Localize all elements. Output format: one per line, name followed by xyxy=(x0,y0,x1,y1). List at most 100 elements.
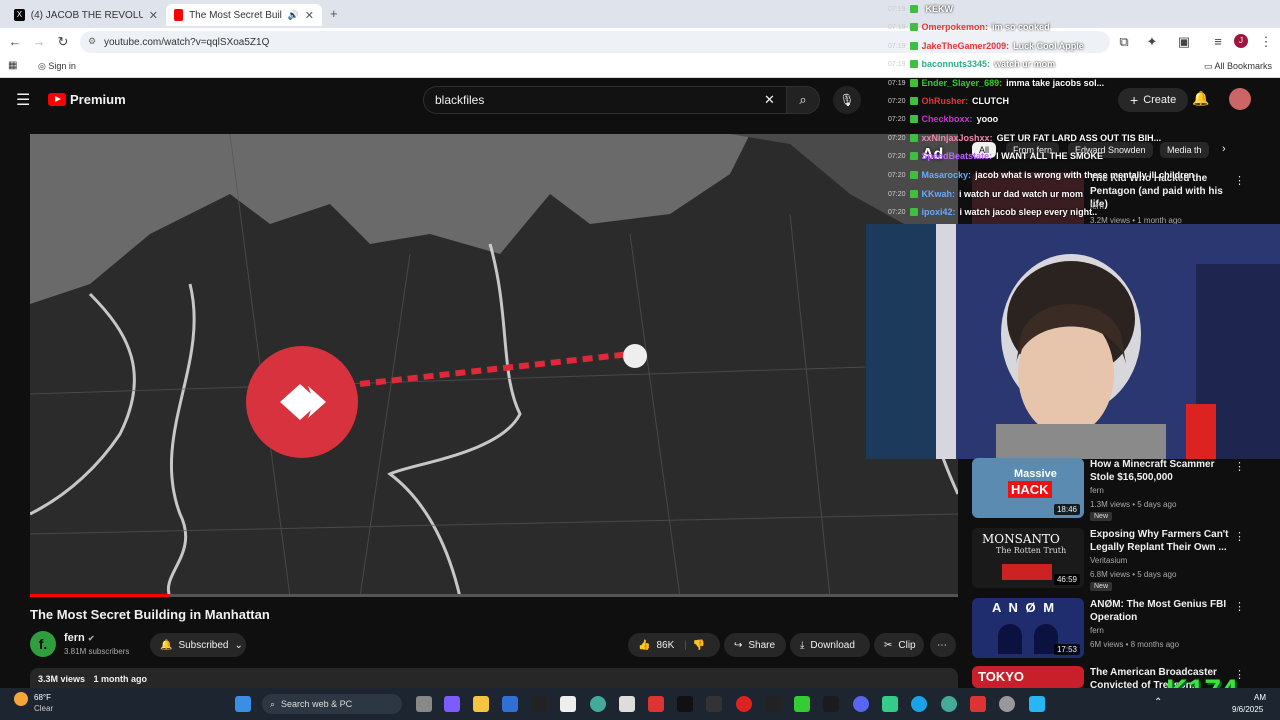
view-count: 3.3M views xyxy=(38,674,86,684)
app-dark-icon[interactable] xyxy=(823,696,839,712)
sign-in-bookmark[interactable]: ◎ Sign in xyxy=(38,61,76,72)
badge-icon xyxy=(909,5,918,13)
chat-message: 07:20 ipoxi42: i watch jacob sleep every n… xyxy=(888,207,1098,217)
epic-games-icon[interactable] xyxy=(765,696,781,712)
microphone-icon: 🎙 xyxy=(839,93,855,107)
close-tab-icon[interactable]: ✕ xyxy=(149,9,158,22)
channel-row: f. fern ✔ 3.81M subscribers 🔔 Subscribed… xyxy=(30,629,958,659)
badge-icon xyxy=(909,152,918,160)
new-badge: New xyxy=(1090,582,1113,591)
reload-icon[interactable]: ↻ xyxy=(55,34,71,50)
subscribed-button[interactable]: 🔔 Subscribed ⌄ xyxy=(150,633,246,657)
youtube-play-icon xyxy=(48,93,66,106)
search-button[interactable]: ⌕ xyxy=(786,86,820,114)
channel-name[interactable]: fern ✔ xyxy=(64,632,95,644)
badge-icon xyxy=(909,42,918,50)
speaker-icon[interactable]: 🔊 xyxy=(288,10,299,21)
share-button[interactable]: ↪ Share xyxy=(724,633,786,657)
badge-icon xyxy=(909,171,918,179)
tray-chevron-icon[interactable]: ⌃ xyxy=(1154,697,1162,708)
video-frame-map xyxy=(30,134,958,597)
chat-message: 07:20 SpeedBeatstate: I WANT ALL THE SMOKE xyxy=(888,151,1104,161)
weather-temp: 68°F xyxy=(34,693,51,702)
verified-icon: ✔ xyxy=(87,634,95,643)
app-icon[interactable] xyxy=(531,696,547,712)
opera-icon[interactable] xyxy=(736,696,752,712)
url-text: youtube.com/watch?v=qqlSXoa5Z1Q xyxy=(104,36,270,48)
capcut-icon[interactable] xyxy=(706,696,722,712)
video-progress-bar[interactable] xyxy=(30,594,958,597)
document-icon[interactable] xyxy=(619,696,635,712)
tiktok-icon[interactable] xyxy=(677,696,693,712)
app-red-icon[interactable] xyxy=(648,696,664,712)
browser-tab-youtube[interactable]: The Most Secret Building in 🔊 ✕ xyxy=(166,4,322,26)
video-thumbnail[interactable]: Massive HACK 18:46 xyxy=(972,458,1084,518)
search-input[interactable]: blackfiles ✕ xyxy=(423,86,787,114)
weather-desc: Clear xyxy=(34,704,54,713)
download-button[interactable]: ⤓ Download xyxy=(790,633,870,657)
taskbar-time: AM xyxy=(1254,693,1266,702)
like-button[interactable]: 👍 86K | 👎 xyxy=(628,633,720,657)
weather-icon[interactable] xyxy=(14,692,28,706)
video-thumbnail[interactable]: A N Ø M 17:53 xyxy=(972,598,1084,658)
file-explorer-icon[interactable] xyxy=(473,696,489,712)
description-box[interactable]: 3.3M views 1 month ago xyxy=(30,668,958,690)
badge-icon xyxy=(909,97,918,105)
browser-tab-x[interactable]: X (4) JACOB THE REVOLUTIONARY ✕ xyxy=(6,4,166,26)
close-tab-icon[interactable]: ✕ xyxy=(305,9,314,22)
webcam-image xyxy=(866,224,1280,459)
store-icon[interactable] xyxy=(502,696,518,712)
app-blue-icon[interactable] xyxy=(1029,696,1045,712)
new-badge: New xyxy=(1090,512,1113,521)
clear-search-icon[interactable]: ✕ xyxy=(764,92,775,108)
edge-icon[interactable] xyxy=(911,696,927,712)
windows-start-icon[interactable] xyxy=(235,696,251,712)
more-options-icon[interactable]: ⋮ xyxy=(1234,600,1245,613)
copilot-icon[interactable] xyxy=(444,696,460,712)
back-icon[interactable]: ← xyxy=(7,34,23,49)
recommendation-item[interactable]: A N Ø M 17:53 ANØM: The Most Genius FBI … xyxy=(972,598,1272,660)
clip-button[interactable]: ✂ Clip xyxy=(874,633,924,657)
taskbar-date: 9/6/2025 xyxy=(1232,705,1264,714)
new-tab-button[interactable]: + xyxy=(330,6,338,21)
video-player[interactable] xyxy=(30,134,958,597)
video-progress-fill xyxy=(30,594,170,597)
discord-icon[interactable] xyxy=(853,696,869,712)
more-actions-button[interactable]: ⋯ xyxy=(930,633,956,657)
taskbar-search[interactable]: ⌕ Search web & PC xyxy=(262,694,402,714)
youtube-logo[interactable]: Premium xyxy=(48,92,126,107)
thumbs-up-icon: 👍 xyxy=(638,639,651,651)
notepad-icon[interactable] xyxy=(560,696,576,712)
hamburger-menu-icon[interactable]: ☰ xyxy=(16,90,30,110)
forward-icon[interactable]: → xyxy=(31,34,47,49)
video-thumbnail[interactable]: TOKYO xyxy=(972,666,1084,688)
windows-taskbar: 68°F Clear ⌕ Search web & PC ⌃ AM 9/6/20… xyxy=(0,688,1280,720)
chat-message: 07:20 OhRusher: CLUTCH xyxy=(888,96,1010,106)
thumbs-down-icon[interactable]: 👎 xyxy=(693,640,705,651)
video-thumbnail[interactable]: MONSANTO The Rotten Truth 46:59 xyxy=(972,528,1084,588)
channel-avatar[interactable]: f. xyxy=(30,631,56,657)
more-options-icon[interactable]: ⋮ xyxy=(1234,460,1245,473)
xbox-icon[interactable] xyxy=(794,696,810,712)
site-info-icon[interactable]: ⚙ xyxy=(88,36,96,47)
chat-message: 07:20 Masarocky: jacob what is wrong with … xyxy=(888,170,1195,180)
task-view-icon[interactable] xyxy=(416,696,432,712)
chrome-icon[interactable] xyxy=(590,696,606,712)
recommendation-item[interactable]: Massive HACK 18:46 How a Minecraft Scamm… xyxy=(972,458,1272,521)
settings-gear-icon[interactable] xyxy=(999,696,1015,712)
youtube-app-icon[interactable] xyxy=(970,696,986,712)
badge-icon xyxy=(909,60,918,68)
more-options-icon[interactable]: ⋮ xyxy=(1234,530,1245,543)
youtube-favicon-icon xyxy=(174,9,184,21)
chrome-active-icon[interactable] xyxy=(941,696,957,712)
chevron-down-icon: ⌄ xyxy=(234,639,243,651)
share-icon: ↪ xyxy=(734,639,743,651)
recommendation-item[interactable]: MONSANTO The Rotten Truth 46:59 Exposing… xyxy=(972,528,1272,591)
chat-message: 07:20 Checkboxx: yooo xyxy=(888,114,999,124)
apps-grid-icon[interactable]: ▦ xyxy=(8,60,17,71)
tab-title: (4) JACOB THE REVOLUTIONARY xyxy=(30,9,143,21)
chat-message: 07:19 Omerpokemon: im so cooked xyxy=(888,22,1050,32)
media-player-icon[interactable] xyxy=(882,696,898,712)
voice-search-button[interactable]: 🎙 xyxy=(833,86,861,114)
chat-message: 07:19 Ender_Slayer_689: imma take jacobs s… xyxy=(888,78,1105,88)
